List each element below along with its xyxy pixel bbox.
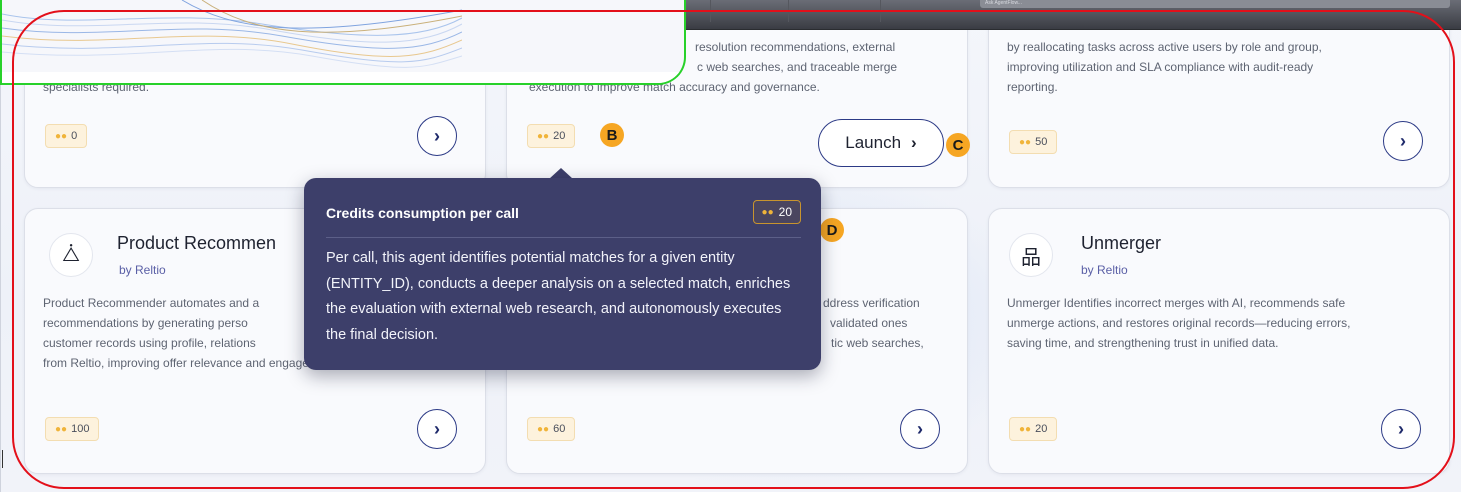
search-bar[interactable]	[980, 0, 1450, 8]
card-description: Unmerger Identifies incorrect merges wit…	[1007, 293, 1427, 353]
credits-value: 20	[1035, 423, 1048, 435]
window-edge-mark	[2, 450, 10, 468]
card-publisher: by Reltio	[119, 263, 166, 277]
credits-value: 50	[1035, 136, 1048, 148]
credits-value: 20	[553, 130, 566, 142]
annotation-marker-c: C	[946, 133, 970, 157]
coins-icon: ●●	[761, 206, 774, 218]
hierarchy-icon: 品	[1009, 233, 1053, 277]
card-publisher: by Reltio	[1081, 263, 1128, 277]
coins-icon: ●●	[1019, 423, 1032, 435]
open-agent-button[interactable]: ›	[1381, 409, 1421, 449]
card-description-line: saving time, and strengthening trust in …	[1007, 336, 1279, 350]
card-description-line: improving utilization and SLA compliance…	[1007, 60, 1314, 74]
credits-badge[interactable]: ●● 20	[1009, 417, 1058, 441]
credits-value: 60	[553, 423, 566, 435]
card-description: by reallocating tasks across active user…	[1007, 37, 1427, 97]
annotation-marker-d: D	[820, 218, 844, 242]
chevron-right-icon: ›	[434, 125, 440, 146]
launch-button-label: Launch	[845, 133, 902, 152]
credits-badge[interactable]: ●● 50	[1009, 130, 1058, 154]
card-description-line: Unmerger Identifies incorrect merges wit…	[1007, 296, 1346, 310]
chevron-right-icon: ›	[1398, 418, 1404, 439]
card-description-line: reporting.	[1007, 80, 1058, 94]
card-title: Product Recommen	[117, 233, 277, 253]
tooltip-divider	[326, 237, 801, 238]
credits-badge[interactable]: ●● 0	[45, 124, 88, 148]
chevron-right-icon: ›	[434, 418, 440, 439]
shapes-search-icon: ⧊	[49, 233, 93, 277]
open-agent-button[interactable]: ›	[417, 116, 457, 156]
agent-card-unmerger[interactable]: 品 Unmerger by Reltio Unmerger Identifies…	[988, 208, 1450, 474]
tooltip-credits-badge: ●● 20	[752, 200, 801, 224]
decorative-waves	[2, 0, 462, 68]
annotation-marker-b: B	[600, 123, 624, 147]
search-placeholder: Ask AgentFlow...	[985, 0, 1022, 6]
credits-badge[interactable]: ●● 100	[45, 417, 100, 441]
launch-button[interactable]: Launch ›	[818, 119, 944, 167]
card-description-line: by reallocating tasks across active user…	[1007, 40, 1322, 54]
coins-icon: ●●	[1019, 136, 1032, 148]
top-toolbar: Ask AgentFlow...	[650, 0, 1461, 30]
open-agent-button[interactable]: ›	[417, 409, 457, 449]
toolbar-divider	[710, 0, 711, 22]
credits-value: 0	[71, 130, 78, 142]
toolbar-divider	[788, 0, 789, 22]
chevron-right-icon: ›	[1400, 130, 1406, 151]
coins-icon: ●●	[537, 423, 550, 435]
credits-badge[interactable]: ●● 20	[527, 124, 576, 148]
open-agent-button[interactable]: ›	[1383, 121, 1423, 161]
toolbar-divider	[880, 0, 881, 22]
coins-icon: ●●	[55, 130, 68, 142]
coins-icon: ●●	[55, 423, 68, 435]
tooltip-title: Credits consumption per call	[326, 205, 519, 221]
card-title: Unmerger	[1081, 233, 1162, 253]
tooltip-body: Per call, this agent identifies potentia…	[326, 250, 791, 343]
credits-badge[interactable]: ●● 60	[527, 417, 576, 441]
chevron-right-icon: ›	[917, 418, 923, 439]
tooltip-credits-value: 20	[778, 205, 792, 219]
credits-tooltip: Credits consumption per call ●● 20 Per c…	[304, 178, 821, 370]
hero-banner-highlight	[0, 0, 686, 85]
open-agent-button[interactable]: ›	[900, 409, 940, 449]
card-description-line: unmerge actions, and restores original r…	[1007, 316, 1351, 330]
chevron-right-icon: ›	[911, 133, 917, 152]
coins-icon: ●●	[537, 130, 550, 142]
credits-value: 100	[71, 423, 90, 435]
banner-bottom-strip	[2, 72, 684, 83]
